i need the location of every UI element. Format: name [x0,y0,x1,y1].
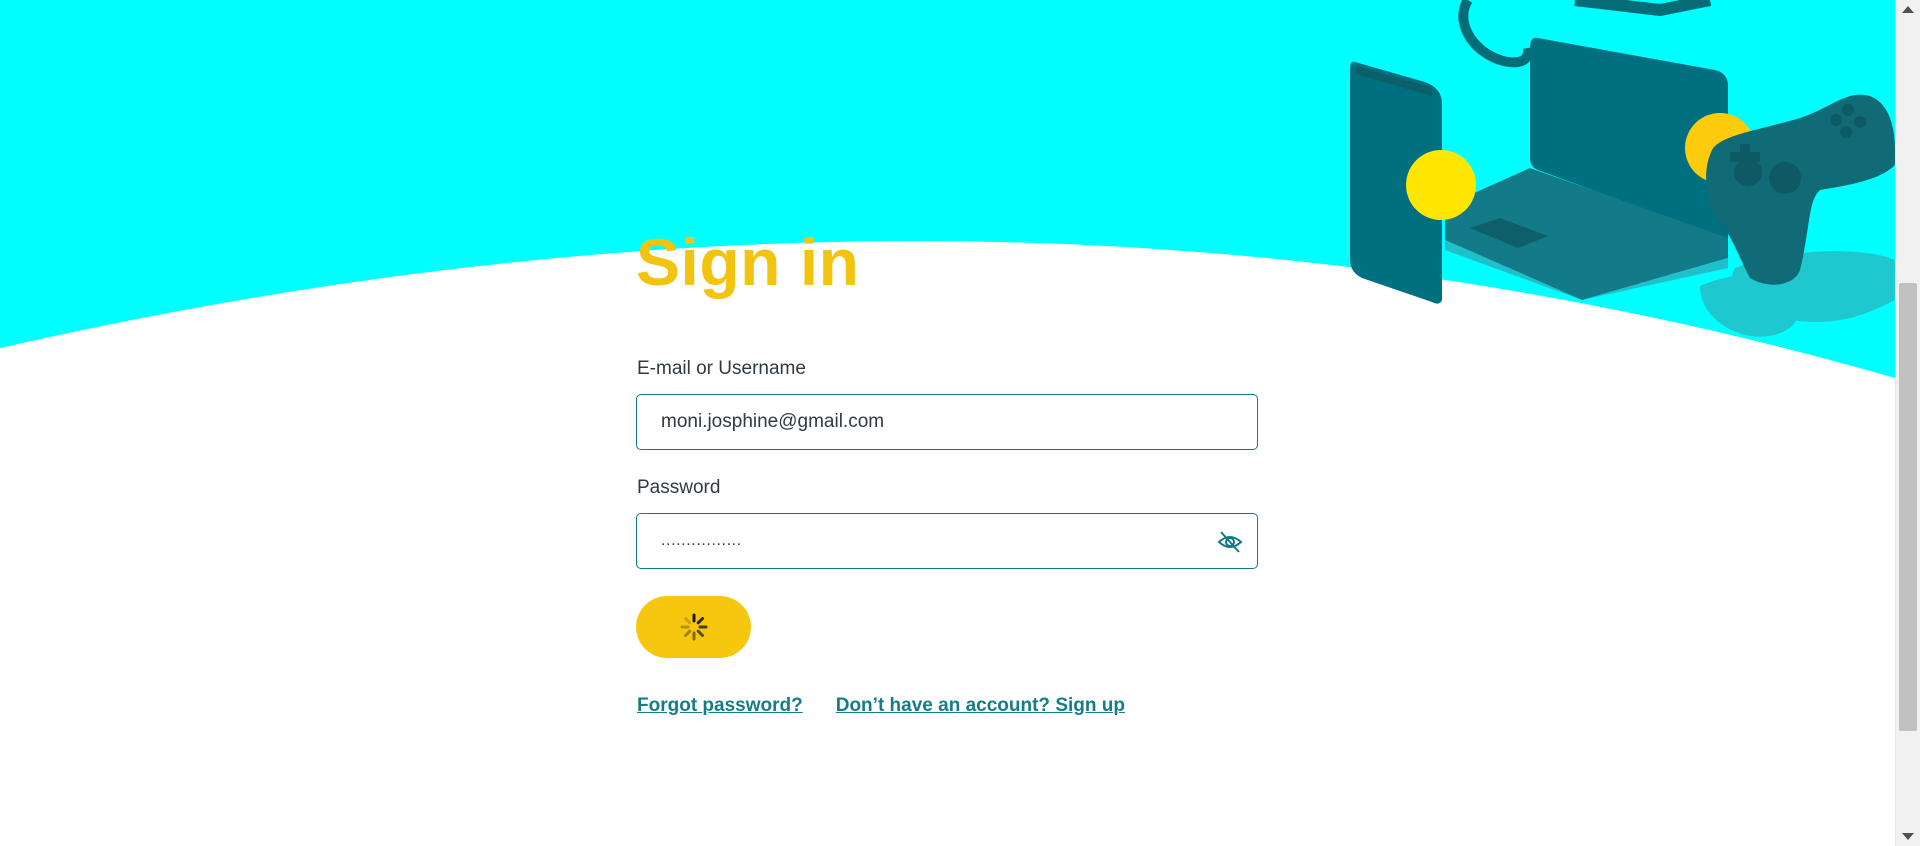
email-field-box [636,394,1258,450]
forgot-password-link[interactable]: Forgot password? [637,695,803,716]
email-field[interactable] [661,395,1201,449]
page-title: Sign in [636,225,860,299]
password-label: Password [637,477,721,498]
scroll-up-arrow-icon[interactable] [1902,6,1914,13]
spinner-icon [680,613,708,641]
email-label: E-mail or Username [637,358,806,379]
password-field[interactable] [661,514,1201,568]
scroll-thumb[interactable] [1899,283,1917,731]
signin-submit-button[interactable] [636,596,751,658]
eye-slash-icon[interactable] [1217,530,1243,554]
signup-link[interactable]: Don’t have an account? Sign up [836,695,1125,716]
password-field-box [636,513,1258,569]
scroll-down-arrow-icon[interactable] [1902,833,1914,840]
vertical-scrollbar[interactable] [1895,0,1920,846]
auth-links: Forgot password? Don’t have an account? S… [637,695,1125,717]
